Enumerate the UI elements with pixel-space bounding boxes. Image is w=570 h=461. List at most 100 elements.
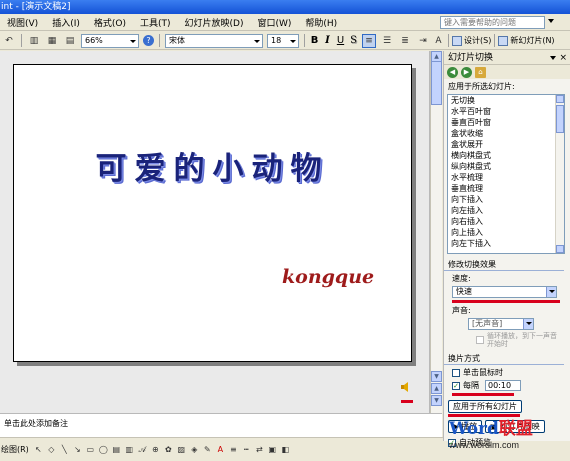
list-item[interactable]: 向上插入 xyxy=(448,227,564,238)
scroll-thumb[interactable] xyxy=(431,61,442,105)
slide-text[interactable]: kongque xyxy=(282,266,374,288)
help-search-input[interactable]: 键入需要帮助的问题 xyxy=(440,16,545,29)
next-slide-icon[interactable]: ▼ xyxy=(431,395,442,406)
menu-tools[interactable]: 工具(T) xyxy=(133,16,178,29)
fill-color-icon[interactable]: ◈ xyxy=(189,444,200,455)
list-item[interactable]: 向下插入 xyxy=(448,194,564,205)
apply-all-slides-button[interactable]: 应用于所有幻灯片 xyxy=(448,400,522,413)
list-item[interactable]: 向左下插入 xyxy=(448,238,564,249)
dash-style-icon[interactable]: ┅ xyxy=(241,444,252,455)
wordart-icon[interactable]: 𝒜 xyxy=(137,444,148,455)
forward-icon[interactable]: ▶ xyxy=(461,66,472,78)
list-item[interactable]: 横向棋盘式 xyxy=(448,150,564,161)
menu-view[interactable]: 视图(V) xyxy=(0,16,45,29)
undo-icon[interactable]: ↶ xyxy=(2,34,16,48)
autoshapes-icon[interactable]: ◇ xyxy=(46,444,57,455)
help-icon[interactable]: ? xyxy=(143,35,154,46)
checkmark-icon: ✓ xyxy=(452,381,460,390)
slide-canvas[interactable]: 可爱的小动物 kongque xyxy=(13,64,412,362)
scroll-thumb[interactable] xyxy=(556,105,564,133)
vertical-textbox-icon[interactable]: ▥ xyxy=(124,444,135,455)
arrow-style-icon[interactable]: ⇄ xyxy=(254,444,265,455)
menu-insert[interactable]: 插入(I) xyxy=(45,16,87,29)
font-color-icon[interactable]: A xyxy=(434,34,443,48)
chevron-down-icon[interactable] xyxy=(546,287,556,297)
list-item[interactable]: 盒状展开 xyxy=(448,139,564,150)
insert-chart-icon[interactable]: ▥ xyxy=(27,34,41,48)
modify-transition-heading: 修改切换效果 xyxy=(444,259,564,271)
rectangle-icon[interactable]: ▭ xyxy=(85,444,96,455)
font-select[interactable]: 宋体 xyxy=(165,33,263,48)
3d-icon[interactable]: ◧ xyxy=(280,444,291,455)
menu-help[interactable]: 帮助(H) xyxy=(298,16,344,29)
every-time-input[interactable]: 00:10 xyxy=(485,380,521,391)
list-item[interactable]: 水平百叶窗 xyxy=(448,106,564,117)
insert-table-icon[interactable]: ▦ xyxy=(45,34,59,48)
notes-pane[interactable]: 单击此处添加备注 xyxy=(0,413,442,437)
chevron-down-icon[interactable] xyxy=(550,56,556,60)
list-item[interactable]: 向左插入 xyxy=(448,205,564,216)
chevron-down-icon[interactable] xyxy=(523,319,533,329)
list-item[interactable]: 水平梳理 xyxy=(448,172,564,183)
task-pane: 幻灯片切换 × ◀ ▶ ⌂ 应用于所选幻灯片: 无切换 水平百叶窗 垂直百叶窗 … xyxy=(443,51,570,447)
line-color-icon[interactable]: ✎ xyxy=(202,444,213,455)
indent-icon[interactable]: ⇥ xyxy=(416,34,430,48)
every-checkbox[interactable]: ✓ 每隔 00:10 xyxy=(444,380,570,391)
chevron-down-icon[interactable] xyxy=(548,19,554,23)
font-color-icon[interactable]: A xyxy=(215,444,226,455)
speed-select[interactable]: 快速 xyxy=(452,286,557,298)
align-left-icon[interactable]: ≡ xyxy=(362,33,376,48)
align-center-icon[interactable]: ≣ xyxy=(398,34,412,48)
oval-icon[interactable]: ◯ xyxy=(98,444,109,455)
bold-button[interactable]: B xyxy=(308,35,321,46)
list-item[interactable]: 纵向棋盘式 xyxy=(448,161,564,172)
speed-value: 快速 xyxy=(456,287,472,296)
design-button[interactable]: 设计(S) xyxy=(452,35,491,46)
zoom-select[interactable]: 66% xyxy=(81,33,139,48)
arrow-icon[interactable]: ↘ xyxy=(72,444,83,455)
toolbar-separator xyxy=(304,34,305,47)
vertical-scrollbar[interactable]: ▲ ▼ ▲ ▼ xyxy=(430,51,442,413)
sound-icon[interactable] xyxy=(401,381,411,393)
on-click-checkbox[interactable]: 单击鼠标时 xyxy=(444,367,570,378)
scroll-down-icon[interactable]: ▼ xyxy=(431,371,442,382)
previous-slide-icon[interactable]: ▲ xyxy=(431,383,442,394)
list-item[interactable]: 盒状收缩 xyxy=(448,128,564,139)
loop-sound-checkbox[interactable]: 循环播放，到下一声音开始时 xyxy=(444,332,570,348)
list-item[interactable]: 垂直梳理 xyxy=(448,183,564,194)
menu-window[interactable]: 窗口(W) xyxy=(250,16,298,29)
new-slide-button[interactable]: 新幻灯片(N) xyxy=(498,35,555,46)
transition-list[interactable]: 无切换 水平百叶窗 垂直百叶窗 盒状收缩 盒状展开 横向棋盘式 纵向棋盘式 水平… xyxy=(447,94,565,254)
shadow-icon[interactable]: ▣ xyxy=(267,444,278,455)
scroll-up-icon[interactable] xyxy=(556,95,564,103)
shadow-button[interactable]: S xyxy=(347,35,360,46)
list-item[interactable]: 无切换 xyxy=(448,95,564,106)
sound-select[interactable]: [无声音] xyxy=(468,318,534,330)
home-icon[interactable]: ⌂ xyxy=(475,66,486,78)
clipart-icon[interactable]: ✿ xyxy=(163,444,174,455)
grid-icon[interactable]: ▤ xyxy=(63,34,77,48)
underline-button[interactable]: U xyxy=(334,35,347,46)
picture-icon[interactable]: ▨ xyxy=(176,444,187,455)
line-icon[interactable]: ╲ xyxy=(59,444,70,455)
red-underline-mark xyxy=(452,300,560,303)
slide-title[interactable]: 可爱的小动物 xyxy=(14,143,411,188)
select-arrow-icon[interactable]: ↖ xyxy=(33,444,44,455)
back-icon[interactable]: ◀ xyxy=(447,66,458,78)
scroll-down-icon[interactable] xyxy=(556,245,564,253)
close-icon[interactable]: × xyxy=(559,51,567,65)
list-item[interactable]: 向右插入 xyxy=(448,216,564,227)
list-scrollbar[interactable] xyxy=(555,95,564,253)
menu-slideshow[interactable]: 幻灯片放映(D) xyxy=(178,16,251,29)
menu-format[interactable]: 格式(O) xyxy=(87,16,133,29)
italic-button[interactable]: I xyxy=(321,35,334,46)
draw-menu-button[interactable]: 绘图(R) xyxy=(1,444,32,455)
bullets-icon[interactable]: ☰ xyxy=(380,34,394,48)
list-item[interactable]: 垂直百叶窗 xyxy=(448,117,564,128)
diagram-icon[interactable]: ⊕ xyxy=(150,444,161,455)
line-style-icon[interactable]: ≡ xyxy=(228,444,239,455)
font-size-select[interactable]: 18 xyxy=(267,33,299,48)
menu-bar: 视图(V) 插入(I) 格式(O) 工具(T) 幻灯片放映(D) 窗口(W) 帮… xyxy=(0,14,570,31)
watermark-logo: Word联盟 www.wordlm.com xyxy=(449,414,569,461)
textbox-icon[interactable]: ▤ xyxy=(111,444,122,455)
